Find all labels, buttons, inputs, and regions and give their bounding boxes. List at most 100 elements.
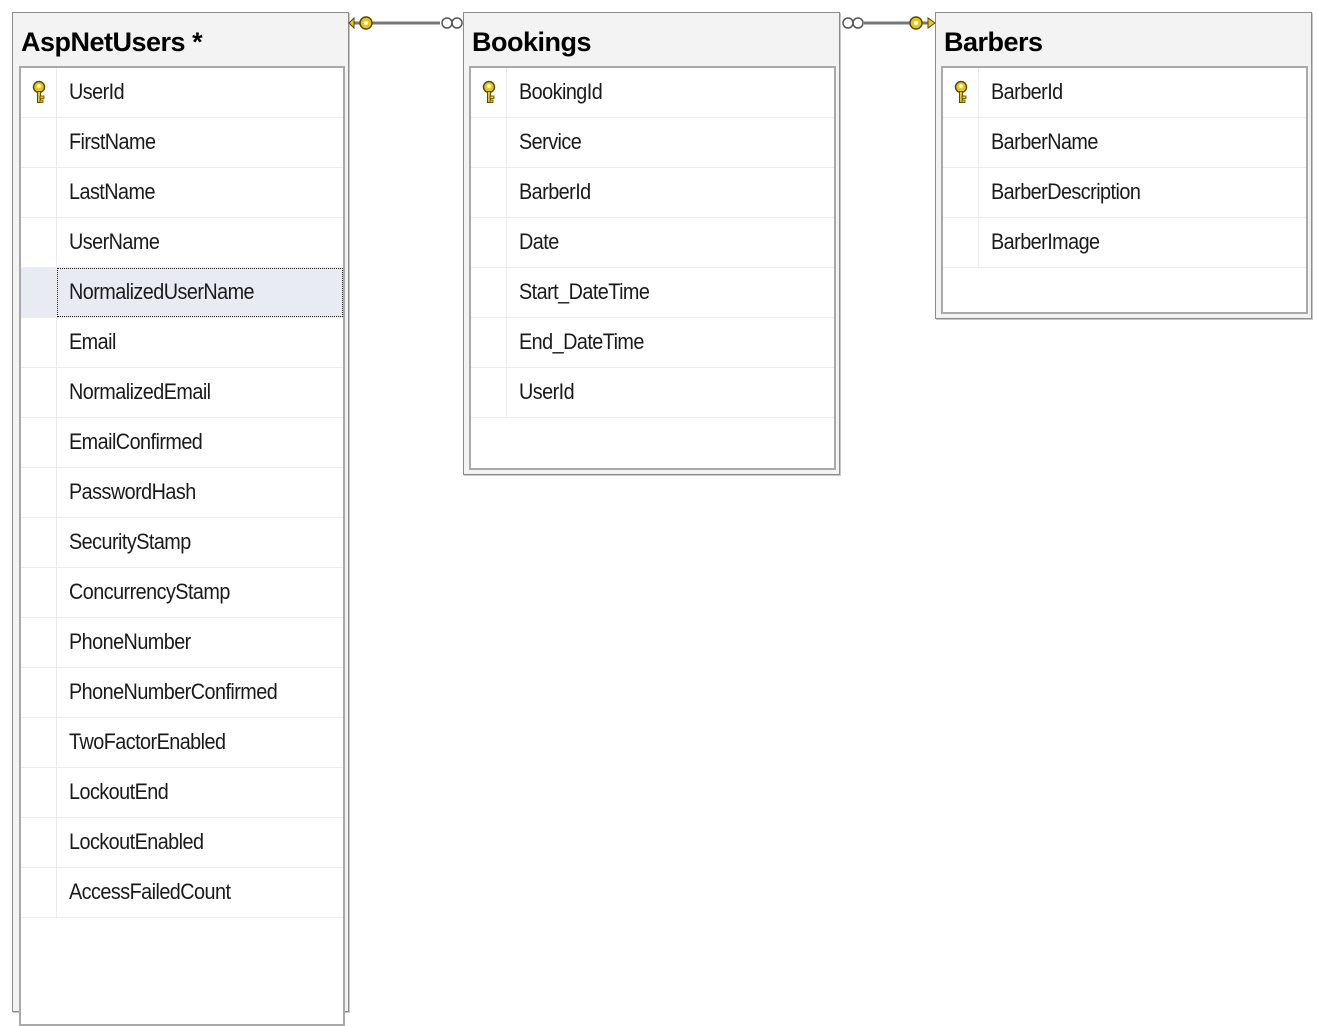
column-name: SecurityStamp xyxy=(69,529,191,554)
column-name-cell[interactable]: ConcurrencyStamp xyxy=(57,568,343,617)
column-name: NormalizedUserName xyxy=(69,279,255,304)
column-row-emailconfirmed[interactable]: EmailConfirmed xyxy=(21,418,343,468)
row-selector[interactable] xyxy=(21,168,57,217)
column-row-lockoutend[interactable]: LockoutEnd xyxy=(21,768,343,818)
row-selector[interactable] xyxy=(471,368,507,417)
row-selector[interactable] xyxy=(21,718,57,767)
row-selector[interactable] xyxy=(471,268,507,317)
column-row-securitystamp[interactable]: SecurityStamp xyxy=(21,518,343,568)
column-name-cell[interactable]: PhoneNumberConfirmed xyxy=(57,668,343,717)
column-row-normalizedemail[interactable]: NormalizedEmail xyxy=(21,368,343,418)
column-name-cell[interactable]: TwoFactorEnabled xyxy=(57,718,343,767)
column-row-passwordhash[interactable]: PasswordHash xyxy=(21,468,343,518)
column-name-cell[interactable]: UserId xyxy=(507,368,834,417)
row-selector[interactable] xyxy=(21,118,57,167)
table-title: Barbers xyxy=(944,27,1043,57)
column-name-cell[interactable]: UserId xyxy=(57,68,343,117)
row-selector[interactable] xyxy=(21,668,57,717)
row-selector[interactable] xyxy=(943,68,979,117)
column-name: AccessFailedCount xyxy=(69,879,231,904)
column-row-barbername[interactable]: BarberName xyxy=(943,118,1306,168)
column-row-email[interactable]: Email xyxy=(21,318,343,368)
row-selector[interactable] xyxy=(21,418,57,467)
primary-key-icon xyxy=(479,80,499,106)
column-name-cell[interactable]: PasswordHash xyxy=(57,468,343,517)
column-name-cell[interactable]: PhoneNumber xyxy=(57,618,343,667)
relationship-bookings-barbers[interactable] xyxy=(838,10,938,34)
column-name: BarberId xyxy=(519,179,591,204)
column-name-cell[interactable]: LockoutEnabled xyxy=(57,818,343,867)
column-row-barberid[interactable]: BarberId xyxy=(943,68,1306,118)
row-selector[interactable] xyxy=(21,568,57,617)
column-name-cell[interactable]: LastName xyxy=(57,168,343,217)
row-selector[interactable] xyxy=(21,868,57,917)
column-row-barberdescription[interactable]: BarberDescription xyxy=(943,168,1306,218)
column-name-cell[interactable]: End_DateTime xyxy=(507,318,834,367)
column-row-userid[interactable]: UserId xyxy=(471,368,834,418)
column-row-date[interactable]: Date xyxy=(471,218,834,268)
relationship-aspnetusers-bookings[interactable] xyxy=(346,10,468,34)
column-row-service[interactable]: Service xyxy=(471,118,834,168)
row-selector[interactable] xyxy=(21,618,57,667)
column-name-cell[interactable]: Service xyxy=(507,118,834,167)
column-name-cell[interactable]: BarberId xyxy=(507,168,834,217)
column-name-cell[interactable]: UserName xyxy=(57,218,343,267)
column-name-cell[interactable]: AccessFailedCount xyxy=(57,868,343,917)
row-selector[interactable] xyxy=(21,768,57,817)
row-selector[interactable] xyxy=(471,168,507,217)
one-end-key-icon xyxy=(348,16,373,30)
row-selector[interactable] xyxy=(943,168,979,217)
row-selector[interactable] xyxy=(21,68,57,117)
column-name-cell[interactable]: SecurityStamp xyxy=(57,518,343,567)
column-row-end-datetime[interactable]: End_DateTime xyxy=(471,318,834,368)
row-selector[interactable] xyxy=(21,368,57,417)
row-selector[interactable] xyxy=(943,118,979,167)
column-name-cell[interactable]: NormalizedEmail xyxy=(57,368,343,417)
column-row-twofactorenabled[interactable]: TwoFactorEnabled xyxy=(21,718,343,768)
column-name: End_DateTime xyxy=(519,329,644,354)
column-row-lockoutenabled[interactable]: LockoutEnabled xyxy=(21,818,343,868)
column-name-cell[interactable]: Email xyxy=(57,318,343,367)
column-row-username[interactable]: UserName xyxy=(21,218,343,268)
row-selector[interactable] xyxy=(21,218,57,267)
row-selector[interactable] xyxy=(471,68,507,117)
row-selector[interactable] xyxy=(21,818,57,867)
column-name-cell[interactable]: Date xyxy=(507,218,834,267)
row-selector[interactable] xyxy=(21,518,57,567)
row-selector[interactable] xyxy=(943,218,979,267)
column-row-phonenumberconfirmed[interactable]: PhoneNumberConfirmed xyxy=(21,668,343,718)
row-selector[interactable] xyxy=(21,468,57,517)
table-aspnetusers[interactable]: AspNetUsers * UserId FirstName LastName Use… xyxy=(12,12,349,1026)
column-row-barberimage[interactable]: BarberImage xyxy=(943,218,1306,268)
column-row-accessfailedcount[interactable]: AccessFailedCount xyxy=(21,868,343,918)
many-end-infinity-icon xyxy=(441,17,463,29)
column-row-phonenumber[interactable]: PhoneNumber xyxy=(21,618,343,668)
column-name-cell[interactable]: NormalizedUserName xyxy=(57,268,343,317)
column-row-barberid[interactable]: BarberId xyxy=(471,168,834,218)
row-selector[interactable] xyxy=(21,318,57,367)
column-name-cell[interactable]: BookingId xyxy=(507,68,834,117)
column-row-userid[interactable]: UserId xyxy=(21,68,343,118)
row-selector[interactable] xyxy=(21,268,57,317)
column-name-cell[interactable]: BarberName xyxy=(979,118,1306,167)
column-name-cell[interactable]: BarberImage xyxy=(979,218,1306,267)
column-name: PhoneNumberConfirmed xyxy=(69,679,278,704)
column-row-lastname[interactable]: LastName xyxy=(21,168,343,218)
column-row-normalizedusername[interactable]: NormalizedUserName xyxy=(21,268,343,318)
column-name-cell[interactable]: BarberId xyxy=(979,68,1306,117)
table-bookings[interactable]: Bookings BookingId Service BarberId Date Sta… xyxy=(463,12,840,475)
column-row-concurrencystamp[interactable]: ConcurrencyStamp xyxy=(21,568,343,618)
table-barbers[interactable]: Barbers BarberId BarberName BarberDescript… xyxy=(935,12,1312,319)
column-name-cell[interactable]: BarberDescription xyxy=(979,168,1306,217)
column-name-cell[interactable]: Start_DateTime xyxy=(507,268,834,317)
row-selector[interactable] xyxy=(471,318,507,367)
column-name-cell[interactable]: EmailConfirmed xyxy=(57,418,343,467)
row-selector[interactable] xyxy=(471,118,507,167)
column-row-firstname[interactable]: FirstName xyxy=(21,118,343,168)
column-name-cell[interactable]: LockoutEnd xyxy=(57,768,343,817)
column-row-start-datetime[interactable]: Start_DateTime xyxy=(471,268,834,318)
column-name-cell[interactable]: FirstName xyxy=(57,118,343,167)
column-name: FirstName xyxy=(69,129,156,154)
column-row-bookingid[interactable]: BookingId xyxy=(471,68,834,118)
row-selector[interactable] xyxy=(471,218,507,267)
